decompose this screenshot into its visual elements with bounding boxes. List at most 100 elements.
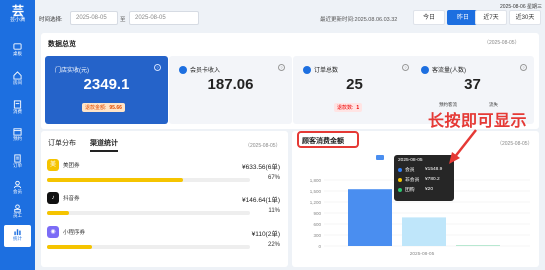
y-tick-label: 900 bbox=[313, 211, 321, 216]
current-date: 2025-08-06 星期三 bbox=[500, 4, 542, 10]
overview-date: （2025-08-05） bbox=[484, 40, 520, 46]
card-title: 客流量(人数) bbox=[421, 65, 466, 74]
sidebar-item-staff[interactable]: 员工 bbox=[4, 202, 31, 222]
channel-percent: 22% bbox=[267, 242, 280, 248]
y-tick-label: 1,800 bbox=[310, 178, 322, 183]
card-title: 门店实收(元) bbox=[55, 68, 89, 74]
sidebar-item-label: 桌板 bbox=[13, 51, 22, 56]
annotation-arrow bbox=[449, 129, 477, 164]
card-title: 订单总数 bbox=[303, 65, 338, 74]
legend-dot bbox=[398, 167, 402, 172]
progress-bar bbox=[47, 178, 250, 182]
tooltip-row: 会员 ¥1548.9 bbox=[398, 166, 450, 173]
sidebar-item-member[interactable]: 会员 bbox=[4, 178, 31, 198]
member-card-income-card[interactable]: 会员卡收入 ? 187.06 bbox=[169, 56, 292, 124]
legend-dot bbox=[398, 177, 402, 182]
start-date-input[interactable]: 2025-08-05 bbox=[70, 11, 118, 25]
channel-name: 美团券 bbox=[63, 163, 80, 169]
progress-fill bbox=[47, 178, 183, 182]
progress-fill bbox=[47, 245, 92, 249]
sidebar-item-label: 统计 bbox=[13, 236, 22, 241]
store-revenue-card[interactable]: 门店实收(元) ? 2349.1 退款金额: 95.66 bbox=[45, 56, 168, 124]
card-value: 25 bbox=[346, 76, 363, 93]
bar-团购 bbox=[456, 245, 500, 246]
y-tick-label: 1,500 bbox=[310, 189, 322, 194]
end-date-input[interactable]: 2025-08-05 bbox=[129, 11, 199, 25]
logo-name: 芸小满 bbox=[9, 17, 25, 23]
sidebar-item-desk[interactable]: 桌板 bbox=[4, 40, 31, 60]
x-tick-label: 2025-08-05 bbox=[410, 251, 435, 257]
desk-icon bbox=[13, 43, 22, 50]
tooltip-row: 团购 ¥20 bbox=[398, 186, 450, 193]
consume-icon bbox=[13, 100, 22, 109]
legend-dot bbox=[398, 187, 402, 192]
channel-row-miniprogram: ◉ 小程序券 ¥110(2单) 22% bbox=[47, 225, 280, 261]
tab-order-distribution[interactable]: 订单分布 bbox=[48, 138, 76, 148]
chart-date: （2025-08-05） bbox=[497, 141, 533, 147]
help-icon[interactable]: ? bbox=[154, 64, 161, 71]
sidebar-item-label: 消费 bbox=[13, 109, 22, 114]
y-tick-label: 600 bbox=[313, 222, 321, 227]
douyin-icon: ♪ bbox=[47, 192, 59, 204]
progress-fill bbox=[47, 211, 70, 215]
sidebar-item-consume[interactable]: 消费 bbox=[4, 98, 31, 118]
bar-会员 bbox=[348, 189, 392, 246]
tab-channel-stats[interactable]: 渠道统计 bbox=[90, 138, 118, 152]
channel-percent: 67% bbox=[267, 175, 280, 181]
help-icon[interactable]: ? bbox=[402, 64, 409, 71]
channel-name: 抖音券 bbox=[63, 196, 80, 202]
y-tick-label: 0 bbox=[318, 244, 321, 249]
bar-非会员 bbox=[402, 217, 446, 246]
channel-amount: ¥633.56(6单) bbox=[242, 164, 280, 171]
latest-update-time: 最近更新时间:2025.08.06.03.32 bbox=[320, 17, 398, 23]
legend-swatch bbox=[376, 155, 384, 160]
progress-bar bbox=[47, 245, 250, 249]
sidebar-item-order[interactable]: 订单 bbox=[4, 152, 31, 172]
y-tick-label: 300 bbox=[313, 233, 321, 238]
date-separator: 至 bbox=[120, 17, 126, 23]
sidebar-item-label: 员工 bbox=[13, 213, 22, 218]
card-value: 2349.1 bbox=[83, 76, 130, 93]
sidebar-item-label: 订单 bbox=[13, 163, 22, 168]
card-value: 37 bbox=[464, 76, 481, 93]
y-tick-label: 1,200 bbox=[310, 200, 322, 205]
today-button[interactable]: 今日 bbox=[413, 10, 445, 25]
last-7-days-button[interactable]: 近7天 bbox=[475, 10, 507, 25]
booking-icon bbox=[13, 128, 22, 136]
card-value: 187.06 bbox=[207, 76, 254, 93]
member-icon bbox=[13, 180, 22, 189]
last-30-days-button[interactable]: 近30天 bbox=[509, 10, 541, 25]
channel-row-meituan: 美 美团券 ¥633.56(6单) 67% bbox=[47, 158, 280, 194]
tooltip-row: 非会员 ¥780.2 bbox=[398, 176, 450, 183]
wallet-icon bbox=[179, 65, 187, 74]
miniprogram-icon: ◉ bbox=[47, 226, 59, 238]
sidebar-item-room[interactable]: 房间 bbox=[4, 69, 31, 89]
title-highlight-box bbox=[297, 131, 359, 148]
time-select-label: 时间选择: bbox=[39, 17, 63, 23]
sidebar-item-stats[interactable]: 统计 bbox=[4, 225, 31, 247]
sidebar: 芸 芸小满 桌板 房间 消费 预约 订单 会员 员工 统计 bbox=[0, 0, 35, 270]
channel-name: 小程序券 bbox=[63, 230, 86, 236]
channel-percent: 11% bbox=[268, 208, 280, 214]
order-count-card[interactable]: 订单总数 ? 25 退款数: 1 bbox=[293, 56, 416, 124]
room-icon bbox=[13, 71, 22, 80]
refund-count-badge: 退款数: 1 bbox=[334, 103, 363, 112]
meituan-icon: 美 bbox=[47, 159, 59, 171]
progress-bar bbox=[47, 211, 250, 215]
channel-date: （2025-08-05） bbox=[245, 143, 281, 149]
card-title: 会员卡收入 bbox=[179, 65, 220, 74]
stats-icon bbox=[14, 229, 21, 236]
refund-amount-badge: 退款金额: 95.66 bbox=[82, 103, 125, 112]
channel-row-douyin: ♪ 抖音券 ¥146.64(1单) 11% bbox=[47, 191, 280, 227]
channel-amount: ¥146.64(1单) bbox=[242, 197, 280, 204]
sidebar-item-label: 会员 bbox=[13, 189, 22, 194]
help-icon[interactable]: ? bbox=[278, 64, 285, 71]
people-icon bbox=[421, 65, 429, 74]
sidebar-item-booking[interactable]: 预约 bbox=[4, 125, 31, 145]
staff-icon bbox=[14, 204, 21, 213]
help-icon[interactable]: ? bbox=[520, 64, 527, 71]
order-icon bbox=[14, 154, 21, 163]
logo-glyph: 芸 bbox=[11, 4, 24, 18]
overview-title: 数据总览 bbox=[48, 41, 76, 48]
order-icon bbox=[303, 65, 311, 74]
